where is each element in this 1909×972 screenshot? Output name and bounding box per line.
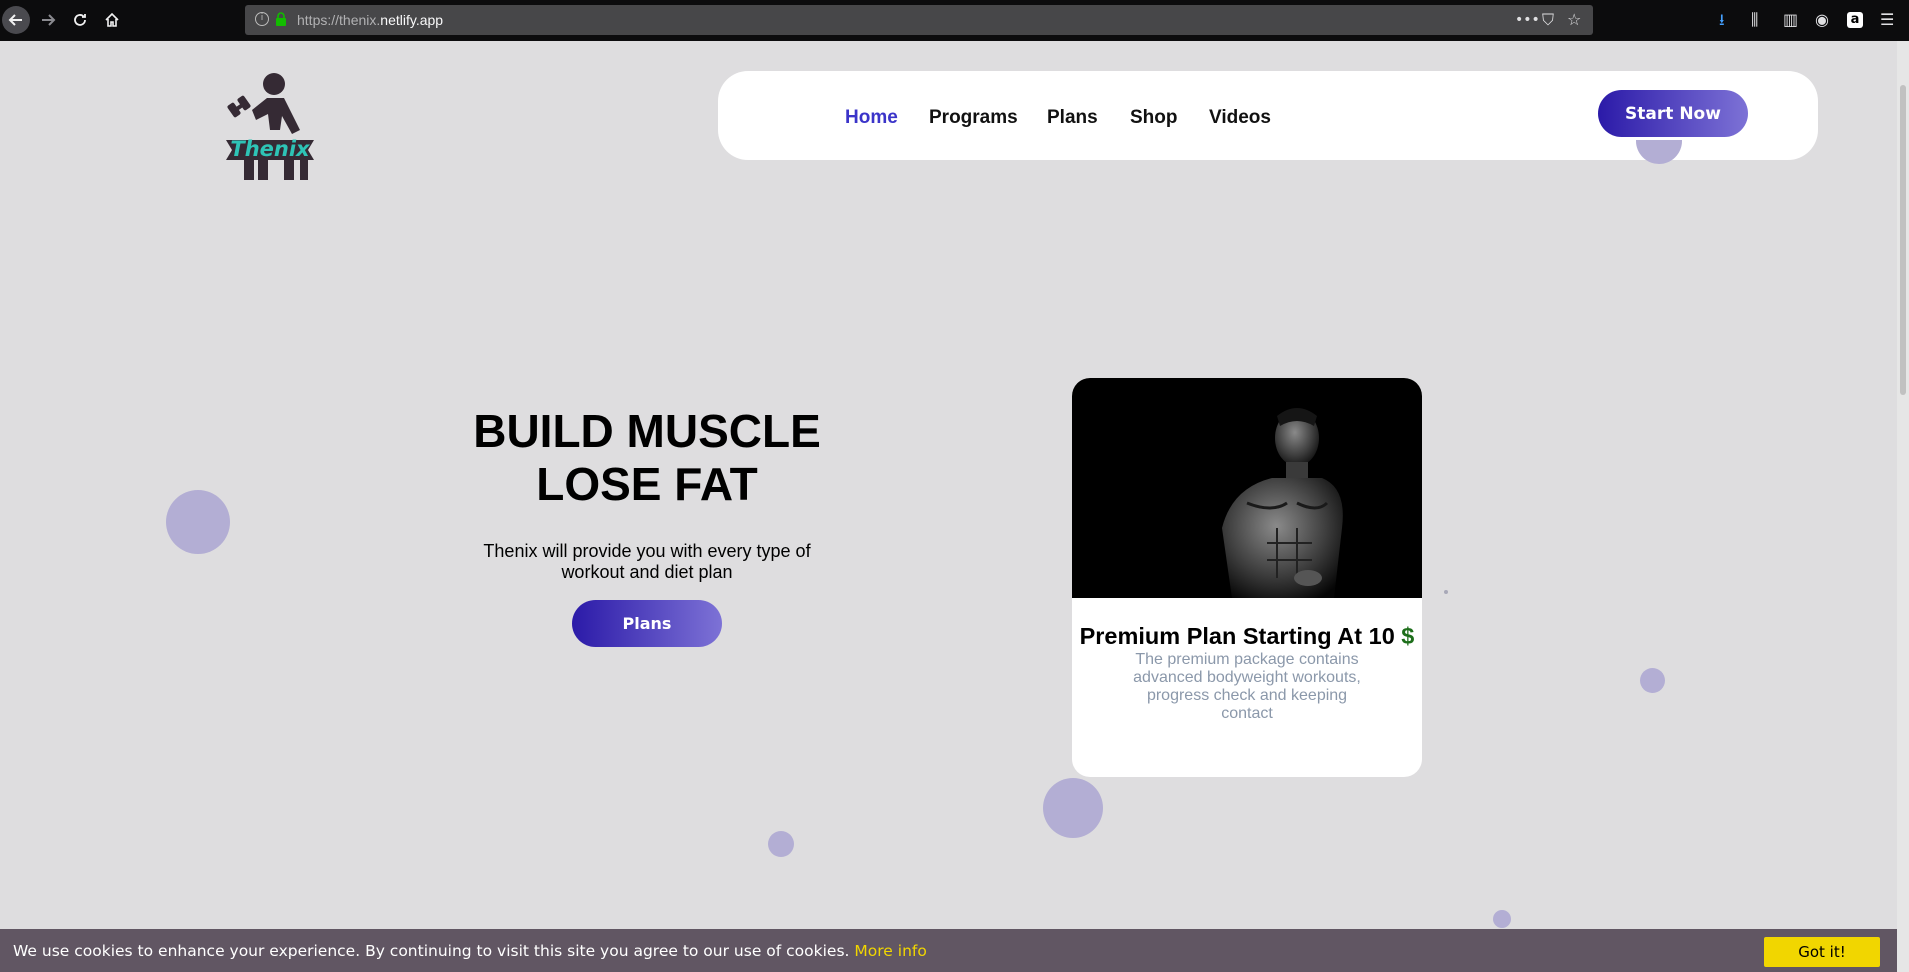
hero-title-line-1: BUILD MUSCLE <box>473 405 821 457</box>
nav-link-plans[interactable]: Plans <box>1047 107 1098 129</box>
thenix-logo[interactable]: Thenix <box>222 70 322 182</box>
account-icon[interactable]: ◉ <box>1815 10 1829 30</box>
info-icon[interactable]: i <box>255 12 269 26</box>
nav-link-programs[interactable]: Programs <box>929 107 1018 129</box>
bookmark-star-icon[interactable]: ☆ <box>1567 10 1581 29</box>
browser-toolbar: i https://thenix.netlify.app ••• ⛉ ☆ ⭳ ⫼… <box>0 0 1909 41</box>
card-title-text: Premium Plan Starting At 10 <box>1079 623 1395 649</box>
menu-icon[interactable]: ☰ <box>1880 10 1894 30</box>
cookie-banner: We use cookies to enhance your experienc… <box>0 929 1897 972</box>
pocket-icon[interactable]: ⛉ <box>1542 10 1554 30</box>
cookie-more-info-link[interactable]: More info <box>854 942 926 960</box>
lock-icon[interactable] <box>275 12 287 27</box>
home-icon <box>105 12 119 27</box>
arrow-left-icon <box>8 14 22 26</box>
hero-subtitle: Thenix will provide you with every type … <box>483 541 811 582</box>
decor-bubble <box>1043 778 1103 838</box>
logo-text: Thenix <box>230 137 311 161</box>
card-title: Premium Plan Starting At 10 $ <box>1072 623 1422 650</box>
nav-link-shop[interactable]: Shop <box>1130 107 1178 129</box>
cookie-message: We use cookies to enhance your experienc… <box>13 942 927 960</box>
card-description: The premium package contains advanced bo… <box>1133 651 1361 722</box>
address-bar[interactable]: i https://thenix.netlify.app ••• ⛉ ☆ <box>245 5 1593 35</box>
scrollbar-thumb[interactable] <box>1900 85 1906 395</box>
decor-bubble <box>1640 668 1665 693</box>
premium-plan-card[interactable]: Premium Plan Starting At 10 $ The premiu… <box>1072 378 1422 777</box>
athlete-logo-icon: Thenix <box>226 73 314 180</box>
page-actions-icon[interactable]: ••• <box>1515 12 1540 28</box>
back-button[interactable] <box>2 6 30 34</box>
currency-symbol: $ <box>1401 623 1415 649</box>
reload-icon <box>74 14 86 26</box>
amazon-extension-icon[interactable]: a <box>1847 12 1863 28</box>
start-now-button[interactable]: Start Now <box>1598 90 1748 137</box>
library-icon[interactable]: ⫼ <box>1751 10 1758 30</box>
decor-bubble <box>166 490 230 554</box>
hero-title: BUILD MUSCLE LOSE FAT <box>440 405 854 511</box>
scrollbar[interactable] <box>1897 41 1909 972</box>
cookie-message-text: We use cookies to enhance your experienc… <box>13 942 850 960</box>
plans-button[interactable]: Plans <box>572 600 722 647</box>
cookie-accept-button[interactable]: Got it! <box>1764 937 1880 967</box>
athlete-photo <box>1072 378 1422 598</box>
decor-dot <box>1444 590 1448 594</box>
nav-link-videos[interactable]: Videos <box>1209 107 1271 129</box>
athlete-silhouette-illustration <box>1222 408 1343 598</box>
sidebar-icon[interactable]: ▥ <box>1783 10 1798 30</box>
reload-button[interactable] <box>66 6 94 34</box>
nav-link-home[interactable]: Home <box>845 107 898 129</box>
hero-title-line-2: LOSE FAT <box>536 458 758 510</box>
forward-button[interactable] <box>34 6 62 34</box>
arrow-right-icon <box>42 14 56 26</box>
url-text[interactable]: https://thenix.netlify.app <box>297 12 443 28</box>
decor-bubble <box>768 831 794 857</box>
decor-bubble <box>1636 140 1682 164</box>
download-icon[interactable]: ⭳ <box>1719 10 1725 30</box>
home-button[interactable] <box>98 6 126 34</box>
decor-bubble <box>1493 910 1511 928</box>
